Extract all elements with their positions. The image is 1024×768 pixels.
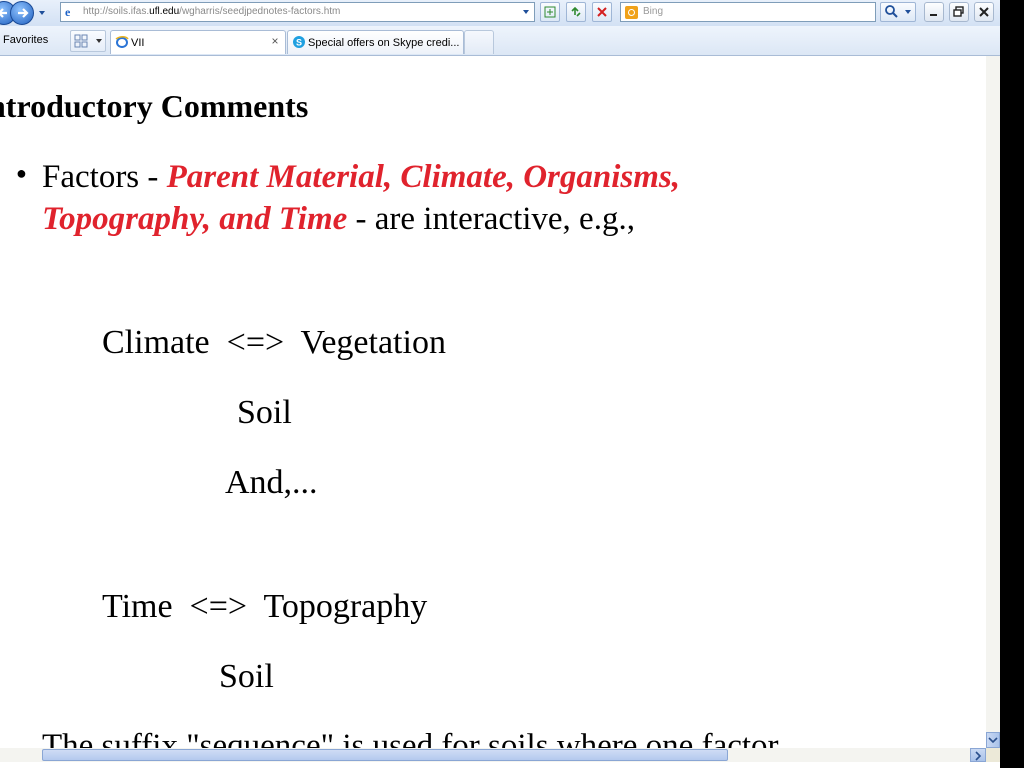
factors-paragraph: Factors - Parent Material, Climate, Orga… [42,156,782,240]
chevron-right-icon [975,751,982,761]
url-prefix: http://soils.ifas. [83,6,150,17]
recent-pages-dropdown-icon[interactable] [37,8,47,18]
factors-suffix: - are interactive, e.g., [347,201,635,237]
url-domain: ufl.edu [149,6,180,17]
and-line: And,... [225,464,318,501]
sequence-paragraph: The suffix "sequence" is used for soils … [42,728,779,748]
compatibility-view-button[interactable] [540,2,560,22]
vertical-scrollbar[interactable] [986,56,1000,748]
soil-line-1: Soil [237,394,292,431]
tab-vii[interactable]: VII × [110,30,286,54]
url-suffix: /wgharris/seedjpednotes-factors.htm [179,6,341,17]
search-placeholder: Bing [643,6,664,17]
page-favicon-icon: e [65,5,71,19]
page-heading: ntroductory Comments [0,88,309,124]
tab-close-icon[interactable]: × [269,35,281,47]
page-content: ntroductory Comments ● Factors - Parent … [0,56,986,748]
horizontal-scroll-thumb[interactable] [42,749,728,761]
address-dropdown-icon[interactable] [520,6,532,18]
ie-page-icon [115,36,129,48]
time-topography-line: Time <=> Topography [102,588,428,625]
scroll-right-button[interactable] [970,748,986,762]
quick-tabs-button[interactable] [70,30,106,52]
search-button[interactable] [880,2,916,22]
bing-icon [625,6,638,19]
tab-skype-offers[interactable]: S Special offers on Skype credi... [287,30,464,54]
address-toolbar: e http://soils.ifas.ufl.edu/wgharris/see… [0,0,1000,26]
search-input[interactable]: Bing [620,2,876,22]
address-bar[interactable]: e http://soils.ifas.ufl.edu/wgharris/see… [60,2,535,22]
climate-vegetation-line: Climate <=> Vegetation [102,324,446,361]
soil-line-2: Soil [219,658,274,695]
stop-button[interactable] [592,2,612,22]
refresh-button[interactable] [566,2,586,22]
chevron-down-icon [988,737,998,744]
restore-icon [953,6,964,17]
svg-text:S: S [296,38,302,48]
new-tab-button[interactable] [464,30,494,54]
favorites-button[interactable]: Favorites [3,34,48,46]
resize-grip[interactable] [986,748,1000,762]
quick-tabs-icon [74,34,102,48]
stop-icon [597,7,607,17]
address-url[interactable]: http://soils.ifas.ufl.edu/wgharris/seedj… [83,6,340,17]
refresh-icon [571,6,581,17]
close-window-button[interactable] [974,2,994,22]
compatibility-icon [544,6,556,18]
bullet-marker-icon: ● [16,163,27,183]
browser-window: e http://soils.ifas.ufl.edu/wgharris/see… [0,0,1000,768]
scroll-down-button[interactable] [986,732,1000,748]
forward-button[interactable] [10,1,34,25]
close-icon [979,7,989,17]
forward-arrow-icon [18,8,29,18]
tab-label: VII [131,37,145,49]
minimize-icon [930,14,937,16]
search-icon [885,5,911,18]
horizontal-scrollbar[interactable] [0,748,986,762]
minimize-button[interactable] [924,2,944,22]
restore-button[interactable] [949,2,969,22]
factors-prefix: Factors - [42,159,167,195]
tab-label: Special offers on Skype credi... [308,37,460,49]
tab-bar: Favorites VII × S Special offers on Skyp… [0,26,1000,56]
skype-icon: S [293,36,305,48]
